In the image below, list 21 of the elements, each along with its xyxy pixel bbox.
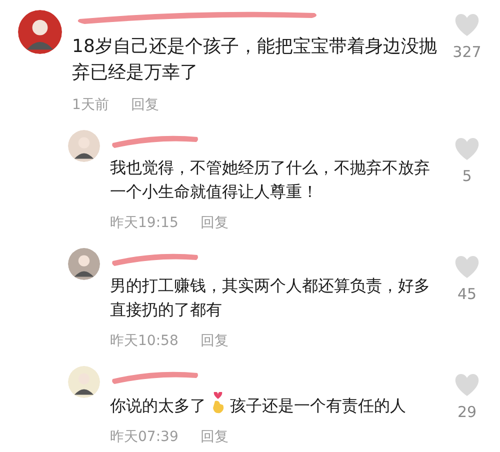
comment-text: 男的打工赚钱，其实两个人都还算负责，好多直接扔的了都有 — [110, 275, 431, 321]
like-count: 45 — [457, 285, 477, 303]
comment-time: 昨天19:15 — [110, 214, 178, 232]
reply-link[interactable]: 回复 — [200, 428, 228, 446]
comment-time: 昨天07:39 — [110, 428, 178, 446]
reply-link[interactable]: 回复 — [200, 332, 228, 350]
reply-link[interactable]: 回复 — [200, 214, 228, 232]
comment-text: 18岁自己还是个孩子，能把宝宝带着身边没抛弃已经是万幸了 — [72, 35, 438, 85]
avatar[interactable] — [18, 10, 62, 54]
comment-time: 1天前 — [72, 96, 109, 114]
like-count: 29 — [457, 403, 477, 421]
like-count: 5 — [462, 167, 472, 185]
reply-link[interactable]: 回复 — [130, 96, 159, 114]
comment-text: 我也觉得，不管她经历了什么，不抛弃不放弃一个小生命就值得让人尊重！ — [110, 157, 431, 203]
avatar[interactable] — [68, 366, 100, 398]
finger-heart-icon — [210, 392, 226, 414]
like-count: 327 — [452, 43, 482, 61]
avatar[interactable] — [68, 130, 100, 162]
avatar[interactable] — [68, 248, 100, 280]
comment-time: 昨天10:58 — [110, 332, 178, 350]
comment-text: 你说的太多了 孩子还是一个有责任的人 — [110, 392, 444, 418]
